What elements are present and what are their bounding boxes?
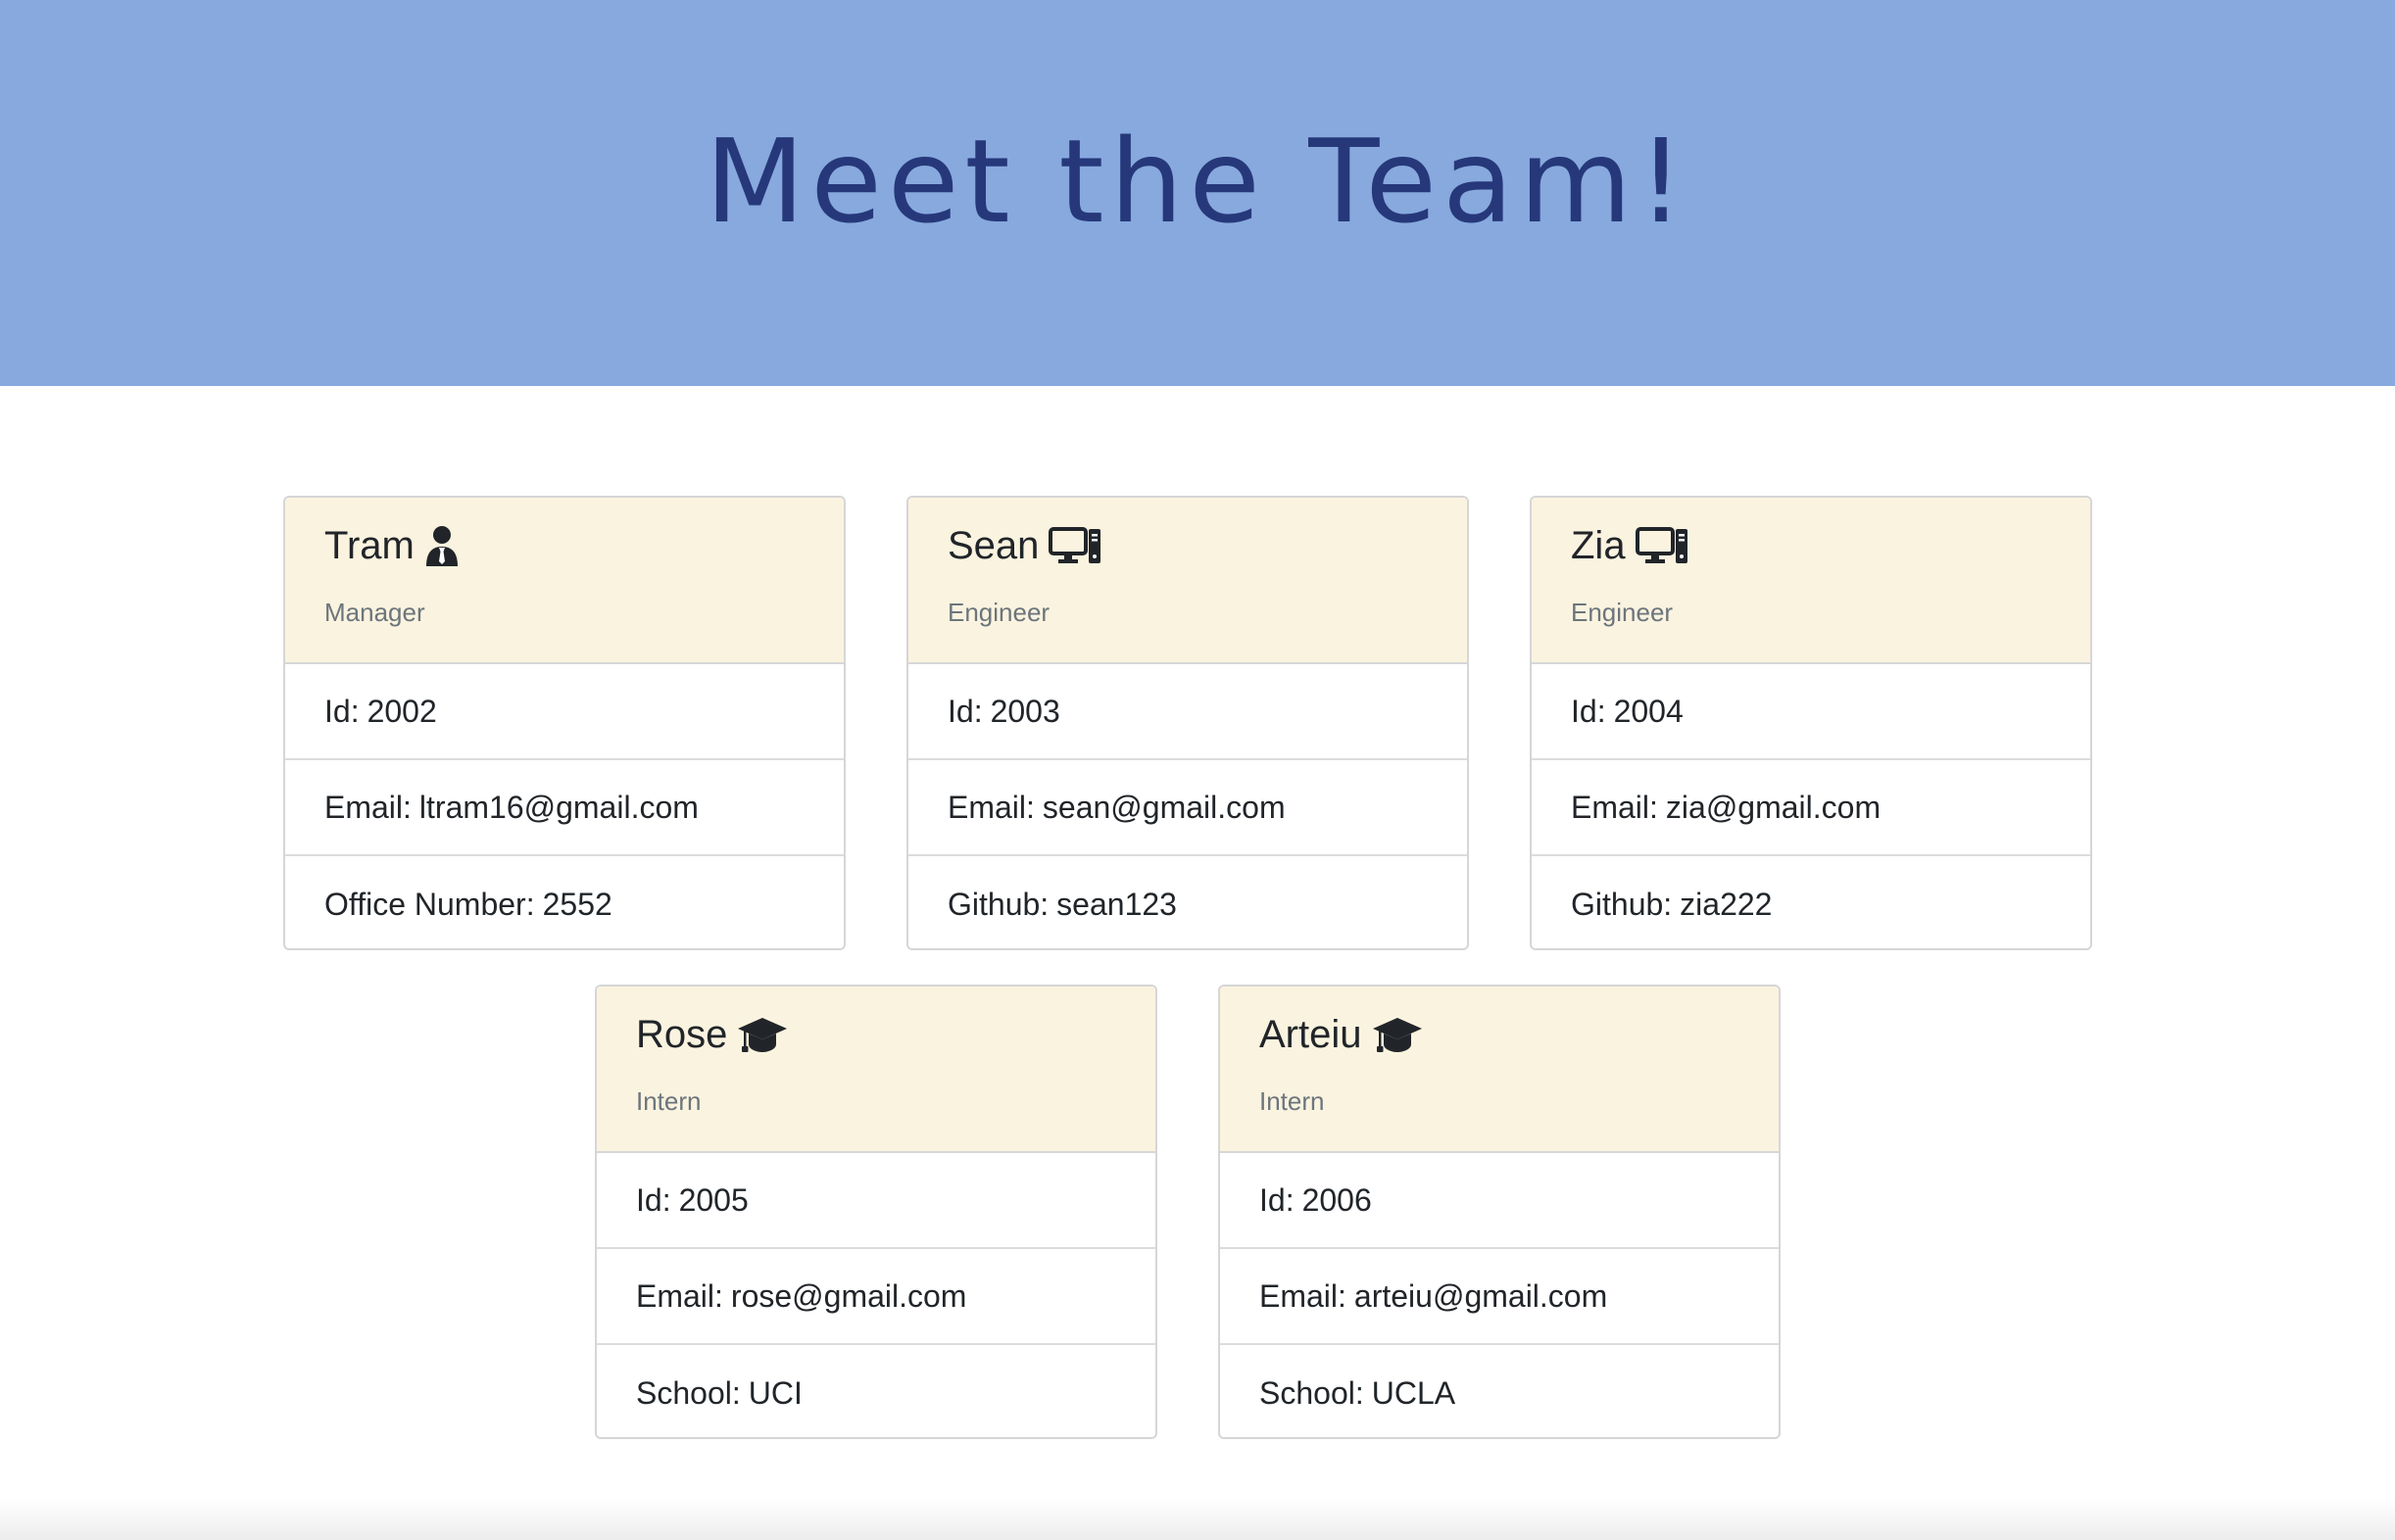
computer-icon bbox=[1635, 526, 1688, 565]
member-office-number: 2552 bbox=[542, 886, 612, 922]
member-school: UCI bbox=[748, 1374, 803, 1411]
member-name: Tram bbox=[324, 523, 415, 567]
card-header: Arteiu Intern bbox=[1220, 987, 1779, 1153]
graduation-cap-icon bbox=[737, 1015, 788, 1054]
member-id-row: Id: 2003 bbox=[908, 664, 1467, 760]
member-role: Engineer bbox=[1571, 598, 1674, 627]
member-name: Zia bbox=[1571, 523, 1626, 567]
member-email-row: Email: ltram16@gmail.com bbox=[285, 760, 844, 856]
team-member-card: Arteiu Intern Id: 2006 Email: arteiu@gma… bbox=[1218, 985, 1781, 1439]
bottom-shadow bbox=[0, 1499, 2395, 1540]
page-title: Meet the Team! bbox=[705, 114, 1690, 249]
computer-icon bbox=[1049, 526, 1101, 565]
member-email-row: Email: arteiu@gmail.com bbox=[1220, 1249, 1779, 1345]
member-email-link[interactable]: rose@gmail.com bbox=[731, 1278, 967, 1315]
member-email-row: Email: zia@gmail.com bbox=[1532, 760, 2090, 856]
team-member-card: Zia Engineer Id: 2004 Email: zia@gmail.c… bbox=[1530, 496, 2092, 950]
member-email-row: Email: sean@gmail.com bbox=[908, 760, 1467, 856]
card-header: Tram Manager bbox=[285, 498, 844, 664]
member-email-link[interactable]: sean@gmail.com bbox=[1043, 790, 1286, 826]
member-id-row: Id: 2002 bbox=[285, 664, 844, 760]
member-id: 2003 bbox=[990, 693, 1060, 729]
member-role: Intern bbox=[636, 1086, 702, 1116]
member-extra-row: Github: zia222 bbox=[1571, 886, 1773, 923]
member-github-link[interactable]: sean123 bbox=[1056, 887, 1177, 923]
card-header: Sean Engineer bbox=[908, 498, 1467, 664]
member-name: Arteiu bbox=[1259, 1012, 1362, 1056]
member-role: Intern bbox=[1259, 1086, 1325, 1116]
member-school: UCLA bbox=[1371, 1374, 1456, 1411]
member-email-row: Email: rose@gmail.com bbox=[597, 1249, 1155, 1345]
team-member-card: Sean Engineer Id: 2003 Email: sean@gmail… bbox=[906, 496, 1469, 950]
team-member-card: Rose Intern Id: 2005 Email: rose@gmail.c… bbox=[595, 985, 1157, 1439]
member-extra-row: School: UCI bbox=[636, 1374, 803, 1411]
member-extra-row: Github: sean123 bbox=[948, 886, 1177, 923]
member-role: Engineer bbox=[948, 598, 1051, 627]
member-id-row: Id: 2004 bbox=[1532, 664, 2090, 760]
member-email-link[interactable]: ltram16@gmail.com bbox=[419, 790, 699, 826]
graduation-cap-icon bbox=[1372, 1015, 1423, 1054]
member-id: 2002 bbox=[367, 693, 437, 729]
member-id-row: Id: 2005 bbox=[597, 1153, 1155, 1249]
member-name: Rose bbox=[636, 1012, 728, 1056]
member-email-link[interactable]: arteiu@gmail.com bbox=[1354, 1278, 1607, 1315]
manager-icon bbox=[424, 525, 460, 566]
member-extra-row: Office Number: 2552 bbox=[324, 886, 612, 922]
card-header: Zia Engineer bbox=[1532, 498, 2090, 664]
member-id-row: Id: 2006 bbox=[1220, 1153, 1779, 1249]
member-role: Manager bbox=[324, 598, 425, 627]
member-id: 2005 bbox=[678, 1181, 749, 1218]
member-github-link[interactable]: zia222 bbox=[1680, 887, 1772, 923]
member-name: Sean bbox=[948, 523, 1040, 567]
member-id: 2004 bbox=[1613, 693, 1684, 729]
member-extra-row: School: UCLA bbox=[1259, 1374, 1456, 1411]
member-id: 2006 bbox=[1301, 1181, 1372, 1218]
card-header: Rose Intern bbox=[597, 987, 1155, 1153]
member-email-link[interactable]: zia@gmail.com bbox=[1666, 790, 1881, 826]
page-banner: Meet the Team! bbox=[0, 0, 2395, 386]
team-member-card: Tram Manager Id: 2002 Email: ltram16@gma… bbox=[283, 496, 846, 950]
